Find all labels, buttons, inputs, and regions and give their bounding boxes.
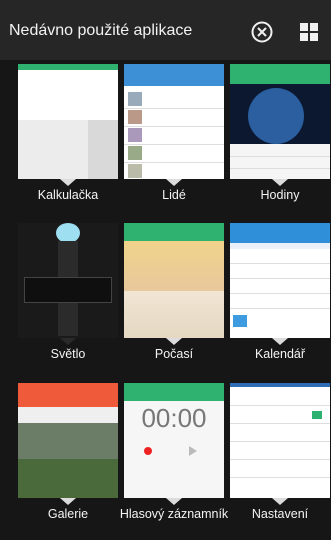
people-thumbnail: [124, 64, 224, 179]
settings-thumbnail: [230, 383, 330, 498]
card-pointer: [166, 498, 182, 505]
app-label: Galerie: [47, 507, 89, 521]
app-label: Lidé: [162, 188, 186, 202]
card-pointer: [166, 338, 182, 345]
clock-thumbnail: [230, 64, 330, 179]
card-pointer: [60, 179, 76, 186]
app-label: Hlasový záznamník: [119, 507, 229, 521]
gallery-thumbnail: [18, 383, 118, 498]
app-label: Nastavení: [251, 507, 309, 521]
app-label: Počasí: [154, 347, 194, 361]
app-label: Světlo: [50, 347, 86, 361]
app-label: Hodiny: [260, 188, 300, 202]
voice-recorder-thumbnail: 00:00: [124, 383, 224, 498]
card-pointer: [60, 338, 76, 345]
header-title: Nedávno použité aplikace: [9, 22, 193, 39]
card-pointer: [166, 179, 182, 186]
app-label: Kalendář: [254, 347, 306, 361]
close-circle-icon[interactable]: [250, 20, 274, 44]
card-pointer: [60, 498, 76, 505]
flashlight-thumbnail: [18, 223, 118, 338]
weather-thumbnail: [124, 223, 224, 338]
calculator-thumbnail: [18, 64, 118, 179]
app-label: Kalkulačka: [37, 188, 99, 202]
card-pointer: [272, 498, 288, 505]
calendar-thumbnail: [230, 223, 330, 338]
card-pointer: [272, 179, 288, 186]
recent-apps-header: Nedávno použité aplikace: [0, 0, 331, 60]
grid-view-icon[interactable]: [297, 20, 321, 44]
recorder-time: 00:00: [141, 403, 207, 433]
card-pointer: [272, 338, 288, 345]
